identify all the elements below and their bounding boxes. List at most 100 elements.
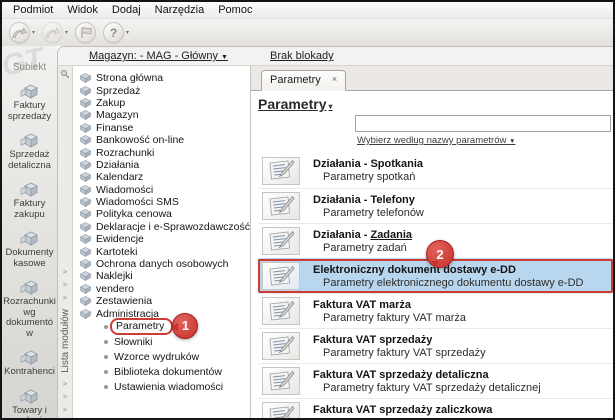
context-bar: Magazyn: - MAG - Główny ▼ Brak blokady xyxy=(57,46,613,66)
magazyn-selector-link[interactable]: Magazyn: - MAG - Główny ▼ xyxy=(89,50,228,62)
help-button[interactable]: ? ▾ xyxy=(103,22,129,43)
tree-subitem-2[interactable]: Wzorce wydruków xyxy=(80,350,250,365)
tree-subitem-4[interactable]: Ustawienia wiadomości xyxy=(80,380,250,395)
module-item-1[interactable]: Sprzedaż detaliczna xyxy=(2,129,57,171)
tree-item-18[interactable]: Zestawienia xyxy=(80,295,250,307)
document-swoosh-secondary-button[interactable]: ▾ xyxy=(42,22,68,43)
pin-icon[interactable] xyxy=(60,69,70,82)
tab-parametry[interactable]: Parametry × xyxy=(261,70,347,91)
tree-item-icon xyxy=(80,160,91,170)
help-icon[interactable]: ? xyxy=(103,22,125,43)
parameter-title: Działania - Telefony xyxy=(313,193,415,206)
document-swoosh-icon[interactable] xyxy=(9,22,30,43)
tree-item-11[interactable]: Polityka cenowa xyxy=(80,208,250,220)
menu-item-3[interactable]: Narzędzia xyxy=(149,3,211,17)
tree-item-10[interactable]: Wiadomości SMS xyxy=(80,196,250,208)
parameter-subtitle: Parametry zadań xyxy=(323,241,407,254)
module-item-4[interactable]: Rozrachunki wg dokumentów xyxy=(2,276,57,339)
chevron-down-icon: ▼ xyxy=(508,138,516,145)
document-swoosh-icon[interactable] xyxy=(42,22,64,43)
note-pencil-icon xyxy=(269,159,295,180)
note-pencil-icon xyxy=(269,195,295,215)
tree-item-label: Wiadomości SMS xyxy=(96,196,179,209)
module-item-6[interactable]: Towary i usługi xyxy=(2,385,57,418)
flag-icon[interactable] xyxy=(75,22,97,43)
search-input[interactable] xyxy=(355,115,611,132)
tree-item-15[interactable]: Ochrona danych osobowych xyxy=(80,258,250,270)
tab-label: Parametry xyxy=(270,74,321,86)
module-icon xyxy=(20,389,38,404)
document-swoosh-button[interactable]: ▾ xyxy=(9,22,35,43)
tree-item-9[interactable]: Wiadomości xyxy=(80,184,250,196)
module-label: Sprzedaż detaliczna xyxy=(8,149,51,171)
strip-chevrons-top: > > > xyxy=(63,268,67,302)
module-item-0[interactable]: Faktury sprzedaży xyxy=(2,80,57,122)
tree-subitem-0[interactable]: Parametry 1 xyxy=(80,312,250,339)
flag-button[interactable] xyxy=(75,22,97,43)
tree-item-icon xyxy=(80,122,91,133)
tree-item-17[interactable]: vendero xyxy=(80,283,250,295)
tree-item-icon xyxy=(80,98,91,108)
parameter-row-7[interactable]: Faktura VAT sprzedaży zaliczkowa Paramet… xyxy=(258,398,613,418)
module-list-collapse-strip[interactable]: > > > Lista modułów > > > xyxy=(58,66,73,418)
chevron-right-icon: > xyxy=(62,379,68,388)
tree-item-icon xyxy=(80,135,91,146)
parameter-row-5[interactable]: Faktura VAT sprzedaży Parametry faktury … xyxy=(258,328,613,363)
module-icon xyxy=(2,178,57,198)
module-icon xyxy=(20,350,38,365)
menu-item-2[interactable]: Dodaj xyxy=(106,3,147,17)
annotation-outline: Parametry 1 xyxy=(110,312,199,339)
parameter-texts: Działania - Spotkania Parametry spotkań xyxy=(313,158,423,183)
tree-item-label: Deklaracje i e-Sprawozdawczość xyxy=(95,220,250,233)
menu-bar: Podmiot Widok Dodaj Narzędzia Pomoc xyxy=(2,2,613,19)
tree-item-7[interactable]: Działania xyxy=(80,159,250,171)
tree-item-icon xyxy=(80,234,91,245)
parameter-texts: Faktura VAT sprzedaży zaliczkowa Paramet… xyxy=(313,404,544,419)
menu-item-1[interactable]: Widok xyxy=(61,3,104,17)
tree-item-icon xyxy=(80,246,91,257)
module-label: Kontrahenci xyxy=(4,366,55,377)
tree-item-13[interactable]: Ewidencje xyxy=(80,233,250,245)
parameter-texts: Faktura VAT sprzedaży detaliczna Paramet… xyxy=(313,369,541,394)
tree-item-14[interactable]: Kartoteki xyxy=(80,245,250,258)
tree-item-1[interactable]: Sprzedaż xyxy=(80,84,250,97)
filter-link-label: Wybierz według nazwy parametrów xyxy=(357,135,507,146)
annotation-badge-2: 2 xyxy=(426,240,454,268)
tree-item-icon xyxy=(80,296,91,307)
parameter-row-1[interactable]: Działania - Telefony Parametry telefonów xyxy=(258,188,613,223)
tree-item-4[interactable]: Finanse xyxy=(80,122,250,134)
tree-item-5[interactable]: Bankowość on-line xyxy=(80,134,250,146)
page-title-menu[interactable]: Parametry ▾ xyxy=(258,96,333,112)
filter-by-name-link[interactable]: Wybierz według nazwy parametrów ▼ xyxy=(357,135,515,146)
module-label: Faktury sprzedaży xyxy=(7,100,52,122)
parameter-row-3[interactable]: Elektroniczny dokument dostawy e-DD Para… xyxy=(258,240,613,293)
menu-item-0[interactable]: Podmiot xyxy=(7,3,59,17)
module-item-3[interactable]: Dokumenty kasowe xyxy=(2,227,57,269)
parameter-row-6[interactable]: Faktura VAT sprzedaży detaliczna Paramet… xyxy=(258,363,613,398)
chevron-down-icon[interactable]: ▾ xyxy=(65,29,68,36)
tree-item-icon xyxy=(80,110,91,121)
menu-item-4[interactable]: Pomoc xyxy=(212,3,258,17)
tree-item-3[interactable]: Magazyn xyxy=(80,109,250,121)
tree-subitem-1[interactable]: Słowniki xyxy=(80,335,250,350)
close-icon[interactable]: × xyxy=(332,74,337,84)
parameter-texts: Działania - Telefony Parametry telefonów xyxy=(313,194,424,219)
parameter-row-4[interactable]: Faktura VAT marża Parametry faktury VAT … xyxy=(258,293,613,328)
module-item-2[interactable]: Faktury zakupu xyxy=(2,178,57,220)
tree-item-16[interactable]: Naklejki xyxy=(80,270,250,282)
tree-item-0[interactable]: Strona główna xyxy=(80,72,250,84)
tree-item-icon xyxy=(80,308,91,319)
parameter-texts: Faktura VAT marża Parametry faktury VAT … xyxy=(313,299,466,324)
tree-item-8[interactable]: Kalendarz xyxy=(80,171,250,183)
tree-item-6[interactable]: Rozrachunki xyxy=(80,146,250,159)
module-item-5[interactable]: Kontrahenci xyxy=(2,346,57,378)
chevron-down-icon[interactable]: ▾ xyxy=(32,29,35,36)
tree-subitem-3[interactable]: Biblioteka dokumentów xyxy=(80,365,250,380)
tree-item-icon xyxy=(80,283,91,294)
tree-item-12[interactable]: Deklaracje i e-Sprawozdawczość xyxy=(80,221,250,233)
chevron-down-icon[interactable]: ▾ xyxy=(126,29,129,36)
tree-item-2[interactable]: Zakup xyxy=(80,97,250,109)
blokada-link[interactable]: Brak blokady xyxy=(270,50,334,62)
parameter-row-0[interactable]: Działania - Spotkania Parametry spotkań xyxy=(258,153,613,188)
parameter-subtitle: Parametry faktury VAT sprzedaży detalicz… xyxy=(323,381,541,394)
